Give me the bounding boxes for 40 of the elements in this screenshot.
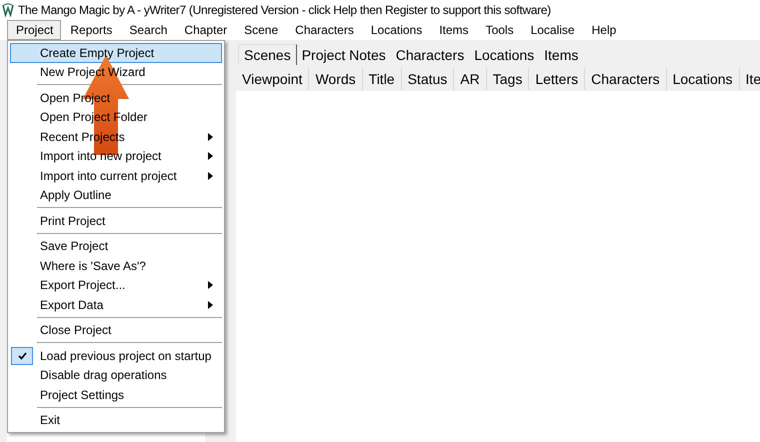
column-header[interactable]: Status: [402, 68, 454, 90]
tab[interactable]: Items: [539, 45, 584, 65]
menu-item[interactable]: Where is 'Save As'?: [10, 256, 222, 276]
tab[interactable]: Project Notes: [296, 45, 391, 65]
tab[interactable]: Locations: [469, 45, 540, 65]
menu-bar-item[interactable]: Project: [7, 20, 62, 40]
menu-bar-item[interactable]: Items: [430, 20, 477, 40]
menu-bar-item[interactable]: Help: [582, 20, 624, 40]
column-header[interactable]: Words: [309, 68, 363, 90]
menu-bar-item[interactable]: Tools: [476, 20, 522, 40]
menu-item[interactable]: Close Project: [10, 320, 222, 340]
menu-item[interactable]: Export Data: [10, 295, 222, 314]
tab[interactable]: Scenes: [238, 44, 297, 65]
menu-bar-item[interactable]: Search: [120, 20, 176, 40]
menu-item[interactable]: Load previous project on startup: [10, 346, 222, 366]
column-header[interactable]: Viewpoint: [236, 68, 310, 90]
menu-item[interactable]: Print Project: [10, 211, 222, 230]
column-header[interactable]: Characters: [585, 68, 667, 90]
menu-item[interactable]: Exit: [10, 410, 222, 430]
menu-bar-item[interactable]: Locations: [362, 20, 430, 40]
menu-item[interactable]: Import into current project: [10, 166, 222, 186]
menu-bar-item[interactable]: Characters: [286, 20, 362, 40]
menu-item[interactable]: Create Empty Project: [10, 43, 222, 62]
menu-bar-item[interactable]: Chapter: [175, 20, 236, 40]
column-header[interactable]: Letters: [529, 68, 586, 90]
tab[interactable]: Characters: [390, 45, 470, 65]
menu-item[interactable]: Save Project: [10, 236, 222, 256]
menu-item[interactable]: Project Settings: [10, 385, 222, 404]
column-header[interactable]: Title: [362, 68, 402, 90]
app-icon: [2, 3, 14, 17]
menu-bar-item[interactable]: Reports: [61, 20, 120, 40]
column-header[interactable]: AR: [454, 68, 487, 90]
menu-bar-item[interactable]: Localise: [522, 20, 583, 40]
menu-bar-item[interactable]: Scene: [235, 20, 286, 40]
menu-item[interactable]: Apply Outline: [10, 186, 222, 205]
menu-item[interactable]: Export Project...: [10, 276, 222, 295]
column-header[interactable]: Locations: [666, 68, 740, 90]
window-title: The Mango Magic by A - yWriter7 (Unregistered Version - click Help then Register to support this software): [18, 3, 551, 17]
menu-item[interactable]: Disable drag operations: [10, 366, 222, 385]
column-header[interactable]: Tags: [486, 68, 530, 90]
